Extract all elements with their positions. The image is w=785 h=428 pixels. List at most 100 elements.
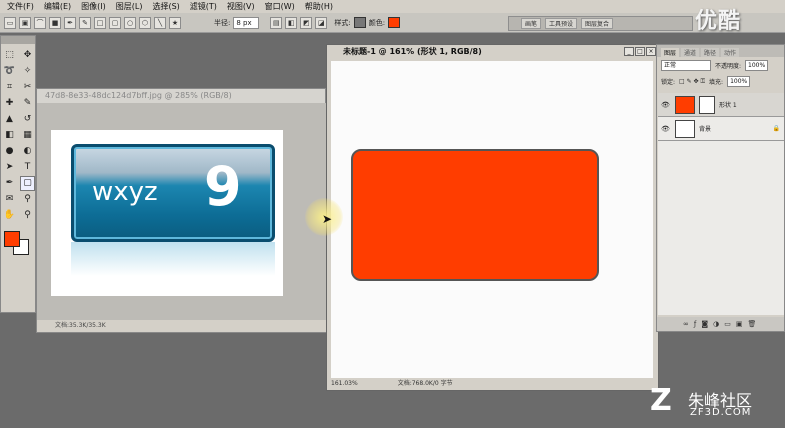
lock-icons[interactable]: □ ✎ ✥ ⚿ [679,78,705,86]
pen-icon[interactable]: ✒ [64,16,76,29]
blend-mode-select[interactable]: 正常 [661,60,711,71]
rounded-rectangle-icon[interactable]: ▢ [109,16,121,29]
menu-edit[interactable]: 编辑(E) [39,1,76,12]
close-icon[interactable]: × [646,47,656,56]
well-tab-brushes[interactable]: 画笔 [521,18,542,29]
marquee-icon[interactable]: ⬚ [2,48,17,63]
menu-layer[interactable]: 图层(L) [111,1,148,12]
color-label: 颜色: [368,18,386,27]
hand-icon[interactable]: ✋ [2,208,17,223]
slice-icon[interactable]: ✂ [20,80,35,95]
toolbox: ⬚ ✥ ➰ ✧ ⌗ ✂ ✚ ✎ ▲ ↺ ◧ ▦ ● ◐ ➤ T ✒ ▢ ✉ ⚲ … [0,35,36,313]
layers-panel: 图层 通道 路径 动作 正常 不透明度: 100% 锁定: □ ✎ ✥ ⚿ 填充… [656,44,785,332]
style-picker[interactable] [353,17,366,28]
tool-preset-icon[interactable]: ▭ [4,16,16,29]
tab-paths[interactable]: 路径 [701,48,720,57]
blur-icon[interactable]: ● [2,144,17,159]
gradient-icon[interactable]: ▦ [20,128,35,143]
healing-icon[interactable]: ✚ [2,96,17,111]
eye-icon[interactable]: 👁 [661,101,671,109]
shape-icon[interactable]: ▢ [20,176,35,191]
rectangle-icon[interactable]: □ [94,16,106,29]
canvas-area[interactable]: wxyz 9 [37,103,327,321]
document-title[interactable]: 47d8-8e33-48dc124d7bff.jpg @ 285% (RGB/8… [37,89,325,103]
glossy-button-graphic: wxyz 9 [71,144,275,242]
menu-filter[interactable]: 滤镜(T) [185,1,222,12]
layer-row[interactable]: 👁 背景 🔒 [658,117,784,141]
lock-icon: 🔒 [772,125,780,132]
freeform-pen-icon[interactable]: ✎ [79,16,91,29]
layer-thumbnail [675,95,695,114]
document-window-untitled[interactable]: 未标题-1 @ 161% (形状 1, RGB/8) _ □ × 161.03%… [326,44,659,391]
document-window-jpg[interactable]: 47d8-8e33-48dc124d7bff.jpg @ 285% (RGB/8… [36,88,327,333]
minimize-icon[interactable]: _ [624,47,634,56]
exclude-icon[interactable]: ◪ [315,16,328,29]
brush-icon[interactable]: ✎ [20,96,35,111]
menubar: 文件(F) 编辑(E) 图像(I) 图层(L) 选择(S) 滤镜(T) 视图(V… [0,0,785,13]
menu-window[interactable]: 窗口(W) [260,1,300,12]
layer-name[interactable]: 背景 [699,124,711,133]
fx-icon[interactable]: ƒ [694,320,696,328]
tab-channels[interactable]: 通道 [681,48,700,57]
color-swatch[interactable] [388,17,401,28]
mask-icon[interactable]: ◙ [701,320,708,328]
line-icon[interactable]: ╲ [154,16,166,29]
type-icon[interactable]: T [20,160,35,175]
toolbox-grip[interactable] [1,36,35,44]
trash-icon[interactable]: 🗑 [747,320,756,328]
document-title[interactable]: 未标题-1 @ 161% (形状 1, RGB/8) [327,45,658,59]
notes-icon[interactable]: ✉ [2,192,17,207]
intersect-icon[interactable]: ◩ [300,16,313,29]
document-canvas[interactable] [331,61,653,379]
move-icon[interactable]: ✥ [20,48,35,63]
magic-wand-icon[interactable]: ✧ [20,64,35,79]
polygon-icon[interactable]: ⬡ [139,16,151,29]
subtract-icon[interactable]: ◧ [285,16,298,29]
well-tab-tool-presets[interactable]: 工具预设 [545,18,578,29]
rounded-rectangle-shape[interactable] [351,149,599,281]
shape-layers-icon[interactable]: ▣ [19,16,31,29]
link-icon[interactable]: ∞ [683,320,689,328]
eyedropper-icon[interactable]: ⚲ [20,192,35,207]
menu-file[interactable]: 文件(F) [2,1,39,12]
eye-icon[interactable]: 👁 [661,125,671,133]
zoom-icon[interactable]: ⚲ [20,208,35,223]
menu-select[interactable]: 选择(S) [147,1,184,12]
menu-image[interactable]: 图像(I) [76,1,111,12]
opacity-field[interactable]: 100% [745,60,769,71]
menu-view[interactable]: 视图(V) [222,1,260,12]
fill-field[interactable]: 100% [727,76,751,87]
button-reflection [71,242,275,276]
maximize-icon[interactable]: □ [635,47,645,56]
pen-icon[interactable]: ✒ [2,176,17,191]
crop-icon[interactable]: ⌗ [2,80,17,95]
fill-pixels-icon[interactable]: ■ [49,16,61,29]
layer-row[interactable]: 👁 形状 1 [658,93,784,117]
folder-icon[interactable]: ▭ [724,320,731,328]
foreground-color-swatch[interactable] [4,231,20,247]
eraser-icon[interactable]: ◧ [2,128,17,143]
lasso-icon[interactable]: ➰ [2,64,17,79]
layer-name[interactable]: 形状 1 [719,100,737,109]
layer-thumbnail [675,119,695,138]
document-size: 文档:768.0K/0 字节 [397,380,453,387]
well-tab-layer-comps[interactable]: 图层复合 [581,18,614,29]
menu-help[interactable]: 帮助(H) [300,1,338,12]
youku-watermark: 优酷 [695,9,742,34]
zoom-level[interactable]: 161.03% [331,378,358,390]
path-select-icon[interactable]: ➤ [2,160,17,175]
fill-label: 填充: [709,79,724,86]
custom-shape-icon[interactable]: ★ [169,16,181,29]
new-layer-icon[interactable]: ▣ [736,320,743,328]
stamp-icon[interactable]: ▲ [2,112,17,127]
tab-actions[interactable]: 动作 [721,48,740,57]
combine-icon[interactable]: ▤ [270,16,283,29]
adjustment-icon[interactable]: ◑ [713,320,719,328]
ellipse-icon[interactable]: ○ [124,16,136,29]
history-brush-icon[interactable]: ↺ [20,112,35,127]
radius-field[interactable]: 8 px [233,16,260,29]
dodge-icon[interactable]: ◐ [20,144,35,159]
zf3d-watermark: Z 朱峰社区 ZF3D.COM [650,383,780,423]
paths-icon[interactable]: ⌒ [34,16,46,29]
tab-layers[interactable]: 图层 [661,48,680,57]
